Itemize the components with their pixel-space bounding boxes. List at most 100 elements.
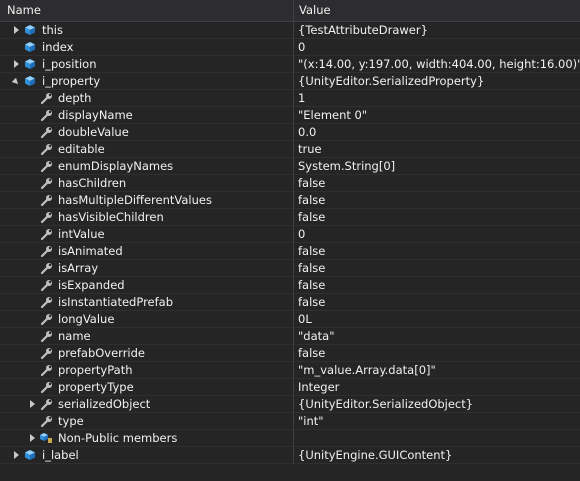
collapse-arrow-icon[interactable]: [10, 73, 22, 89]
tree-row[interactable]: hasVisibleChildren false: [0, 209, 580, 226]
variable-value[interactable]: false: [294, 345, 580, 361]
variable-value[interactable]: false: [294, 209, 580, 225]
name-cell: serializedObject: [0, 396, 294, 412]
variable-name: this: [42, 22, 63, 37]
expand-arrow-icon[interactable]: [26, 396, 38, 412]
tree-row[interactable]: i_position "(x:14.00, y:197.00, width:404…: [0, 56, 580, 73]
variable-value[interactable]: {UnityEditor.SerializedProperty}: [294, 73, 580, 89]
variable-value[interactable]: 0L: [294, 311, 580, 327]
toggle-spacer: [26, 413, 38, 429]
wrench-icon: [38, 277, 54, 293]
tree-row[interactable]: isExpanded false: [0, 277, 580, 294]
toggle-spacer: [26, 311, 38, 327]
variable-value[interactable]: Integer: [294, 379, 580, 395]
wrench-icon: [38, 311, 54, 327]
expand-arrow-icon[interactable]: [26, 430, 38, 446]
watch-window: Name Value this {TestAttributeDrawer} inde…: [0, 0, 580, 481]
toggle-spacer: [26, 192, 38, 208]
variable-value[interactable]: 0.0: [294, 124, 580, 140]
variable-value[interactable]: {UnityEngine.GUIContent}: [294, 447, 580, 463]
toggle-spacer: [26, 362, 38, 378]
wrench-icon: [38, 141, 54, 157]
wrench-icon: [38, 90, 54, 106]
tree-row[interactable]: hasChildren false: [0, 175, 580, 192]
expand-arrow-icon[interactable]: [10, 22, 22, 38]
tree-row[interactable]: depth 1: [0, 90, 580, 107]
variable-value[interactable]: "Element 0": [294, 107, 580, 123]
object-icon: [22, 39, 38, 55]
variable-value[interactable]: false: [294, 192, 580, 208]
object-icon: [22, 56, 38, 72]
toggle-spacer: [26, 158, 38, 174]
name-cell: longValue: [0, 311, 294, 327]
tree-row[interactable]: hasMultipleDifferentValues false: [0, 192, 580, 209]
tree-row[interactable]: doubleValue 0.0: [0, 124, 580, 141]
variable-value[interactable]: {UnityEditor.SerializedObject}: [294, 396, 580, 412]
variable-tree: this {TestAttributeDrawer} index 0 i_positio…: [0, 22, 580, 464]
variable-value[interactable]: "(x:14.00, y:197.00, width:404.00, heigh…: [294, 56, 580, 72]
variable-name: intValue: [58, 226, 105, 241]
variable-value[interactable]: 0: [294, 226, 580, 242]
wrench-icon: [38, 158, 54, 174]
toggle-spacer: [26, 294, 38, 310]
tree-row[interactable]: serializedObject {UnityEditor.SerializedO…: [0, 396, 580, 413]
name-cell: displayName: [0, 107, 294, 123]
variable-value[interactable]: "int": [294, 413, 580, 429]
tree-row[interactable]: isAnimated false: [0, 243, 580, 260]
toggle-spacer: [26, 90, 38, 106]
toggle-spacer: [26, 243, 38, 259]
tree-row[interactable]: longValue 0L: [0, 311, 580, 328]
tree-row[interactable]: type "int": [0, 413, 580, 430]
variable-name: name: [58, 328, 91, 343]
variable-name: Non-Public members: [58, 430, 178, 445]
variable-name: doubleValue: [58, 124, 129, 139]
name-cell: intValue: [0, 226, 294, 242]
wrench-icon: [38, 243, 54, 259]
variable-name: i_property: [42, 73, 101, 88]
tree-row[interactable]: isInstantiatedPrefab false: [0, 294, 580, 311]
tree-row[interactable]: enumDisplayNames System.String[0]: [0, 158, 580, 175]
tree-row[interactable]: this {TestAttributeDrawer}: [0, 22, 580, 39]
tree-row[interactable]: name "data": [0, 328, 580, 345]
tree-row[interactable]: propertyPath "m_value.Array.data[0]": [0, 362, 580, 379]
variable-value[interactable]: "data": [294, 328, 580, 344]
variable-value[interactable]: {TestAttributeDrawer}: [294, 22, 580, 38]
variable-name: type: [58, 413, 84, 428]
variable-value[interactable]: [294, 430, 580, 446]
tree-row[interactable]: isArray false: [0, 260, 580, 277]
variable-value[interactable]: 1: [294, 90, 580, 106]
variable-value[interactable]: false: [294, 294, 580, 310]
tree-row[interactable]: displayName "Element 0": [0, 107, 580, 124]
name-cell: propertyType: [0, 379, 294, 395]
object-icon: [22, 447, 38, 463]
wrench-icon: [38, 124, 54, 140]
value-column-header[interactable]: Value: [294, 0, 580, 21]
variable-value[interactable]: false: [294, 260, 580, 276]
variable-value[interactable]: false: [294, 243, 580, 259]
variable-name: hasVisibleChildren: [58, 209, 164, 224]
expand-arrow-icon[interactable]: [10, 56, 22, 72]
variable-value[interactable]: System.String[0]: [294, 158, 580, 174]
name-cell: hasVisibleChildren: [0, 209, 294, 225]
tree-row[interactable]: propertyType Integer: [0, 379, 580, 396]
tree-row[interactable]: intValue 0: [0, 226, 580, 243]
variable-value[interactable]: false: [294, 175, 580, 191]
wrench-icon: [38, 328, 54, 344]
wrench-icon: [38, 379, 54, 395]
tree-row[interactable]: prefabOverride false: [0, 345, 580, 362]
tree-row[interactable]: index 0: [0, 39, 580, 56]
toggle-spacer: [26, 277, 38, 293]
variable-value[interactable]: 0: [294, 39, 580, 55]
name-column-header[interactable]: Name: [0, 0, 294, 21]
tree-row[interactable]: i_label {UnityEngine.GUIContent}: [0, 447, 580, 464]
toggle-spacer: [26, 175, 38, 191]
tree-row[interactable]: editable true: [0, 141, 580, 158]
variable-value[interactable]: false: [294, 277, 580, 293]
variable-value[interactable]: "m_value.Array.data[0]": [294, 362, 580, 378]
expand-arrow-icon[interactable]: [10, 447, 22, 463]
name-cell: isAnimated: [0, 243, 294, 259]
variable-value[interactable]: true: [294, 141, 580, 157]
tree-row[interactable]: i_property {UnityEditor.SerializedPropert…: [0, 73, 580, 90]
variable-name: enumDisplayNames: [58, 158, 174, 173]
tree-row[interactable]: Non-Public members: [0, 430, 580, 447]
